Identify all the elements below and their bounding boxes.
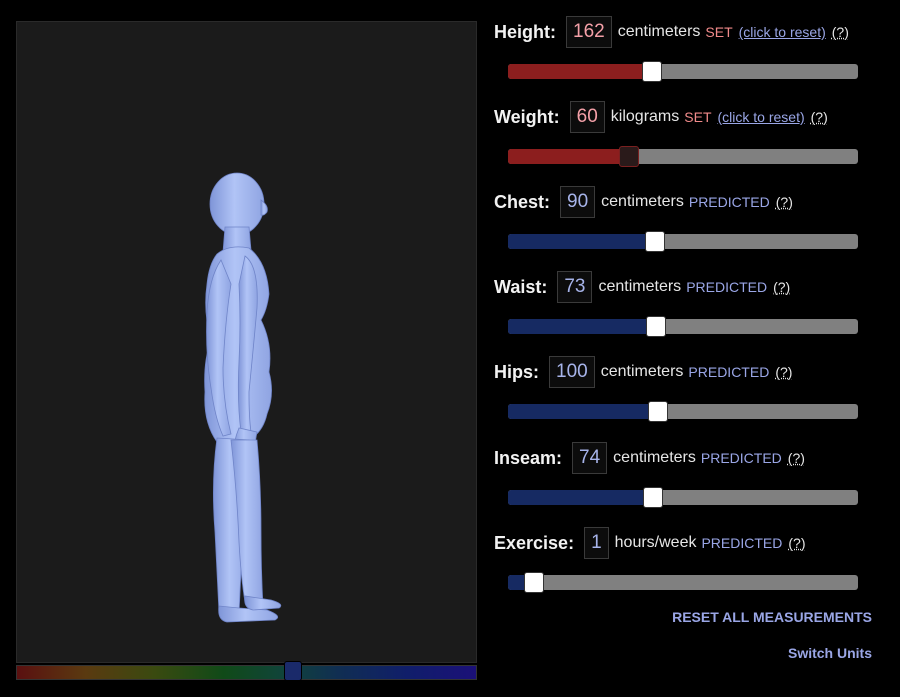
waist-help-link[interactable]: (?) [773, 279, 790, 295]
inseam-slider-thumb[interactable] [643, 487, 663, 508]
hips-value-input[interactable]: 100 [549, 356, 595, 388]
waist-status-badge: PREDICTED [686, 279, 768, 295]
waist-row: Waist: 73 centimeters PREDICTED (?) [494, 270, 790, 304]
hips-unit: centimeters [600, 363, 684, 380]
weight-slider[interactable] [508, 146, 858, 167]
exercise-status-badge: PREDICTED [701, 535, 783, 551]
chest-value-input[interactable]: 90 [560, 186, 596, 218]
hips-label: Hips: [494, 361, 539, 382]
weight-slider-fill [508, 149, 627, 164]
chest-label: Chest: [494, 191, 551, 212]
inseam-row: Inseam: 74 centimeters PREDICTED (?) [494, 441, 805, 475]
weight-reset-link[interactable]: (click to reset) [718, 109, 805, 125]
height-reset-link[interactable]: (click to reset) [739, 24, 826, 40]
hue-slider-track[interactable] [16, 665, 477, 680]
hips-row: Hips: 100 centimeters PREDICTED (?) [494, 355, 792, 389]
inseam-help-link[interactable]: (?) [788, 450, 805, 466]
exercise-label: Exercise: [494, 532, 575, 553]
inseam-slider-fill [508, 490, 651, 505]
exercise-value-input[interactable]: 1 [584, 527, 609, 559]
chest-unit: centimeters [601, 193, 684, 210]
exercise-help-link[interactable]: (?) [788, 535, 805, 551]
height-label: Height: [494, 21, 556, 42]
hips-slider-thumb[interactable] [648, 401, 668, 422]
hue-slider-thumb[interactable] [284, 661, 302, 681]
waist-value-input[interactable]: 73 [557, 271, 593, 303]
chest-slider-fill [508, 234, 653, 249]
switch-units-button[interactable]: Switch Units [788, 645, 872, 661]
body-3d-viewer[interactable] [16, 21, 477, 663]
chest-row: Chest: 90 centimeters PREDICTED (?) [494, 185, 793, 219]
hips-slider[interactable] [508, 401, 858, 422]
weight-slider-thumb[interactable] [619, 146, 639, 167]
reset-all-button[interactable]: RESET ALL MEASUREMENTS [672, 609, 872, 625]
weight-label: Weight: [494, 106, 560, 127]
chest-status-badge: PREDICTED [688, 194, 770, 210]
inseam-unit: centimeters [613, 449, 696, 466]
height-slider[interactable] [508, 61, 858, 82]
inseam-slider[interactable] [508, 487, 858, 508]
height-unit: centimeters [617, 23, 701, 40]
waist-slider[interactable] [508, 316, 858, 337]
exercise-row: Exercise: 1 hours/week PREDICTED (?) [494, 526, 806, 560]
exercise-unit: hours/week [614, 534, 697, 551]
weight-help-link[interactable]: (?) [811, 109, 828, 125]
inseam-value-input[interactable]: 74 [572, 442, 608, 474]
height-slider-thumb[interactable] [642, 61, 662, 82]
hips-slider-fill [508, 404, 656, 419]
waist-slider-thumb[interactable] [646, 316, 666, 337]
height-help-link[interactable]: (?) [832, 24, 849, 40]
exercise-slider-thumb[interactable] [524, 572, 544, 593]
weight-row: Weight: 60 kilograms SET (click to reset) (?) [494, 100, 828, 134]
waist-slider-fill [508, 319, 654, 334]
hips-help-link[interactable]: (?) [775, 364, 792, 380]
weight-unit: kilograms [610, 108, 680, 125]
chest-slider[interactable] [508, 231, 858, 252]
weight-status-badge: SET [684, 109, 712, 125]
body-model [204, 172, 282, 623]
inseam-status-badge: PREDICTED [700, 450, 782, 466]
height-row: Height: 162 centimeters SET (click to reset)… [494, 15, 849, 49]
chest-help-link[interactable]: (?) [776, 194, 793, 210]
height-slider-fill [508, 64, 650, 79]
chest-slider-thumb[interactable] [645, 231, 665, 252]
waist-label: Waist: [494, 276, 548, 297]
height-value-input[interactable]: 162 [566, 16, 612, 48]
exercise-slider[interactable] [508, 572, 858, 593]
hips-status-badge: PREDICTED [688, 364, 770, 380]
weight-value-input[interactable]: 60 [569, 101, 605, 133]
height-status-badge: SET [705, 24, 733, 40]
waist-unit: centimeters [598, 278, 682, 295]
inseam-label: Inseam: [494, 447, 563, 468]
